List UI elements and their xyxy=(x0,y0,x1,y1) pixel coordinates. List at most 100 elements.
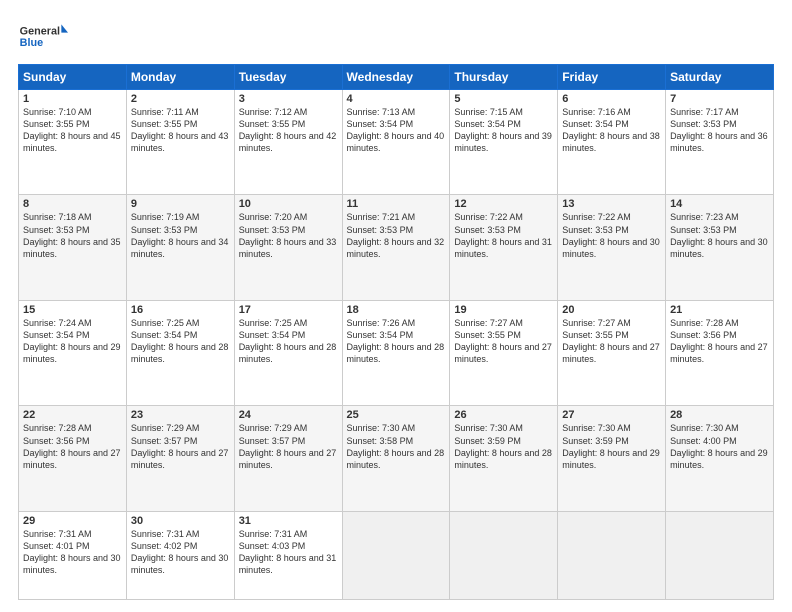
cell-2-5: 12 Sunrise: 7:22 AM Sunset: 3:53 PM Dayl… xyxy=(450,195,558,300)
day-number: 7 xyxy=(670,93,769,105)
day-info: Sunrise: 7:18 AM Sunset: 3:53 PM Dayligh… xyxy=(23,211,122,260)
day-number: 20 xyxy=(562,304,661,316)
day-number: 10 xyxy=(239,198,338,210)
cell-3-2: 16 Sunrise: 7:25 AM Sunset: 3:54 PM Dayl… xyxy=(126,300,234,405)
cell-4-7: 28 Sunrise: 7:30 AM Sunset: 4:00 PM Dayl… xyxy=(666,406,774,511)
header-tuesday: Tuesday xyxy=(234,65,342,90)
week-row-5: 29 Sunrise: 7:31 AM Sunset: 4:01 PM Dayl… xyxy=(19,511,774,599)
cell-1-2: 2 Sunrise: 7:11 AM Sunset: 3:55 PM Dayli… xyxy=(126,90,234,195)
day-info: Sunrise: 7:15 AM Sunset: 3:54 PM Dayligh… xyxy=(454,106,553,155)
header-thursday: Thursday xyxy=(450,65,558,90)
cell-3-1: 15 Sunrise: 7:24 AM Sunset: 3:54 PM Dayl… xyxy=(19,300,127,405)
day-number: 26 xyxy=(454,409,553,421)
cell-3-6: 20 Sunrise: 7:27 AM Sunset: 3:55 PM Dayl… xyxy=(558,300,666,405)
day-number: 5 xyxy=(454,93,553,105)
day-info: Sunrise: 7:26 AM Sunset: 3:54 PM Dayligh… xyxy=(347,317,446,366)
day-number: 1 xyxy=(23,93,122,105)
day-number: 25 xyxy=(347,409,446,421)
cell-4-5: 26 Sunrise: 7:30 AM Sunset: 3:59 PM Dayl… xyxy=(450,406,558,511)
cell-5-6 xyxy=(558,511,666,599)
day-info: Sunrise: 7:30 AM Sunset: 3:59 PM Dayligh… xyxy=(454,422,553,471)
day-number: 22 xyxy=(23,409,122,421)
header-saturday: Saturday xyxy=(666,65,774,90)
day-info: Sunrise: 7:17 AM Sunset: 3:53 PM Dayligh… xyxy=(670,106,769,155)
cell-1-5: 5 Sunrise: 7:15 AM Sunset: 3:54 PM Dayli… xyxy=(450,90,558,195)
cell-4-2: 23 Sunrise: 7:29 AM Sunset: 3:57 PM Dayl… xyxy=(126,406,234,511)
day-number: 2 xyxy=(131,93,230,105)
day-number: 14 xyxy=(670,198,769,210)
day-info: Sunrise: 7:27 AM Sunset: 3:55 PM Dayligh… xyxy=(454,317,553,366)
week-row-2: 8 Sunrise: 7:18 AM Sunset: 3:53 PM Dayli… xyxy=(19,195,774,300)
day-info: Sunrise: 7:30 AM Sunset: 3:59 PM Dayligh… xyxy=(562,422,661,471)
day-number: 3 xyxy=(239,93,338,105)
header: General Blue xyxy=(18,18,774,54)
cell-5-1: 29 Sunrise: 7:31 AM Sunset: 4:01 PM Dayl… xyxy=(19,511,127,599)
day-number: 23 xyxy=(131,409,230,421)
cell-5-5 xyxy=(450,511,558,599)
day-number: 27 xyxy=(562,409,661,421)
header-friday: Friday xyxy=(558,65,666,90)
cell-1-6: 6 Sunrise: 7:16 AM Sunset: 3:54 PM Dayli… xyxy=(558,90,666,195)
header-row: SundayMondayTuesdayWednesdayThursdayFrid… xyxy=(19,65,774,90)
cell-4-1: 22 Sunrise: 7:28 AM Sunset: 3:56 PM Dayl… xyxy=(19,406,127,511)
day-number: 13 xyxy=(562,198,661,210)
logo: General Blue xyxy=(18,18,68,54)
day-info: Sunrise: 7:22 AM Sunset: 3:53 PM Dayligh… xyxy=(454,211,553,260)
week-row-3: 15 Sunrise: 7:24 AM Sunset: 3:54 PM Dayl… xyxy=(19,300,774,405)
cell-5-7 xyxy=(666,511,774,599)
day-number: 12 xyxy=(454,198,553,210)
svg-text:General: General xyxy=(20,25,60,37)
cell-2-6: 13 Sunrise: 7:22 AM Sunset: 3:53 PM Dayl… xyxy=(558,195,666,300)
cell-4-4: 25 Sunrise: 7:30 AM Sunset: 3:58 PM Dayl… xyxy=(342,406,450,511)
week-row-4: 22 Sunrise: 7:28 AM Sunset: 3:56 PM Dayl… xyxy=(19,406,774,511)
day-number: 15 xyxy=(23,304,122,316)
cell-5-4 xyxy=(342,511,450,599)
day-info: Sunrise: 7:29 AM Sunset: 3:57 PM Dayligh… xyxy=(131,422,230,471)
day-info: Sunrise: 7:11 AM Sunset: 3:55 PM Dayligh… xyxy=(131,106,230,155)
day-number: 8 xyxy=(23,198,122,210)
cell-1-3: 3 Sunrise: 7:12 AM Sunset: 3:55 PM Dayli… xyxy=(234,90,342,195)
cell-3-4: 18 Sunrise: 7:26 AM Sunset: 3:54 PM Dayl… xyxy=(342,300,450,405)
day-info: Sunrise: 7:16 AM Sunset: 3:54 PM Dayligh… xyxy=(562,106,661,155)
day-info: Sunrise: 7:31 AM Sunset: 4:03 PM Dayligh… xyxy=(239,528,338,577)
cell-3-7: 21 Sunrise: 7:28 AM Sunset: 3:56 PM Dayl… xyxy=(666,300,774,405)
day-number: 21 xyxy=(670,304,769,316)
day-info: Sunrise: 7:19 AM Sunset: 3:53 PM Dayligh… xyxy=(131,211,230,260)
day-info: Sunrise: 7:12 AM Sunset: 3:55 PM Dayligh… xyxy=(239,106,338,155)
day-number: 9 xyxy=(131,198,230,210)
day-number: 17 xyxy=(239,304,338,316)
day-number: 18 xyxy=(347,304,446,316)
cell-2-2: 9 Sunrise: 7:19 AM Sunset: 3:53 PM Dayli… xyxy=(126,195,234,300)
day-number: 28 xyxy=(670,409,769,421)
day-info: Sunrise: 7:30 AM Sunset: 4:00 PM Dayligh… xyxy=(670,422,769,471)
day-number: 31 xyxy=(239,515,338,527)
page: General Blue SundayMondayTuesdayWednesda… xyxy=(0,0,792,612)
day-info: Sunrise: 7:21 AM Sunset: 3:53 PM Dayligh… xyxy=(347,211,446,260)
day-info: Sunrise: 7:28 AM Sunset: 3:56 PM Dayligh… xyxy=(23,422,122,471)
cell-3-5: 19 Sunrise: 7:27 AM Sunset: 3:55 PM Dayl… xyxy=(450,300,558,405)
svg-text:Blue: Blue xyxy=(20,37,43,49)
day-info: Sunrise: 7:22 AM Sunset: 3:53 PM Dayligh… xyxy=(562,211,661,260)
cell-3-3: 17 Sunrise: 7:25 AM Sunset: 3:54 PM Dayl… xyxy=(234,300,342,405)
day-info: Sunrise: 7:25 AM Sunset: 3:54 PM Dayligh… xyxy=(239,317,338,366)
day-number: 24 xyxy=(239,409,338,421)
day-number: 4 xyxy=(347,93,446,105)
day-info: Sunrise: 7:25 AM Sunset: 3:54 PM Dayligh… xyxy=(131,317,230,366)
day-info: Sunrise: 7:13 AM Sunset: 3:54 PM Dayligh… xyxy=(347,106,446,155)
day-number: 11 xyxy=(347,198,446,210)
day-info: Sunrise: 7:29 AM Sunset: 3:57 PM Dayligh… xyxy=(239,422,338,471)
day-number: 30 xyxy=(131,515,230,527)
logo-svg: General Blue xyxy=(18,18,68,54)
calendar-table: SundayMondayTuesdayWednesdayThursdayFrid… xyxy=(18,64,774,600)
day-number: 29 xyxy=(23,515,122,527)
day-info: Sunrise: 7:31 AM Sunset: 4:01 PM Dayligh… xyxy=(23,528,122,577)
cell-2-4: 11 Sunrise: 7:21 AM Sunset: 3:53 PM Dayl… xyxy=(342,195,450,300)
cell-5-2: 30 Sunrise: 7:31 AM Sunset: 4:02 PM Dayl… xyxy=(126,511,234,599)
cell-2-1: 8 Sunrise: 7:18 AM Sunset: 3:53 PM Dayli… xyxy=(19,195,127,300)
day-info: Sunrise: 7:31 AM Sunset: 4:02 PM Dayligh… xyxy=(131,528,230,577)
header-sunday: Sunday xyxy=(19,65,127,90)
day-info: Sunrise: 7:23 AM Sunset: 3:53 PM Dayligh… xyxy=(670,211,769,260)
day-number: 16 xyxy=(131,304,230,316)
day-info: Sunrise: 7:30 AM Sunset: 3:58 PM Dayligh… xyxy=(347,422,446,471)
header-monday: Monday xyxy=(126,65,234,90)
